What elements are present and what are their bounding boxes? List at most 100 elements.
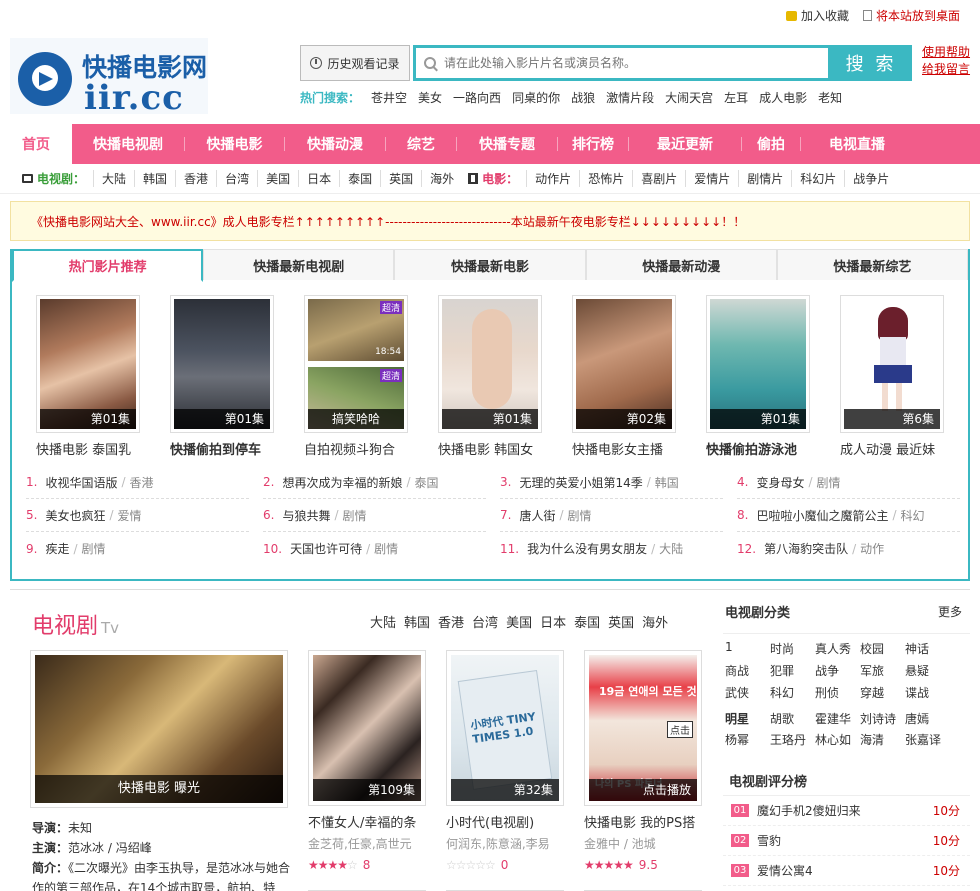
tv-item-title[interactable]: 不懂女人/幸福的条 xyxy=(308,812,426,831)
tv-filter-item[interactable]: 海外 xyxy=(642,612,668,631)
rank-category[interactable]: 爱情 xyxy=(118,507,142,524)
category-item[interactable]: 刑侦 xyxy=(815,684,860,702)
nav-film[interactable]: 快播电影 xyxy=(185,124,284,164)
tab-latest-variety[interactable]: 快播最新综艺 xyxy=(776,249,969,280)
list-item[interactable]: 4. 变身母女 / 剧情 xyxy=(737,466,960,499)
tv-item-image[interactable]: 小时代 TINY TIMES 1.0 第32集 xyxy=(446,650,564,806)
hot-search-item[interactable]: 大闹天宫 xyxy=(665,89,713,106)
tv-category-item[interactable]: 香港 xyxy=(175,170,216,187)
hot-search-item[interactable]: 左耳 xyxy=(724,89,748,106)
poster-item[interactable]: 第02集 快播电影女主播 xyxy=(572,295,676,458)
hot-search-item[interactable]: 老知 xyxy=(818,89,842,106)
tab-latest-anime[interactable]: 快播最新动漫 xyxy=(585,249,777,280)
category-item[interactable]: 战争 xyxy=(815,662,860,680)
category-item[interactable]: 神话 xyxy=(905,640,950,658)
list-item[interactable]: 8. 巴啦啦小魔仙之魔箭公主 / 科幻 xyxy=(737,499,960,532)
featured-poster[interactable]: 快播电影 曝光 xyxy=(30,650,288,808)
list-item[interactable]: 9. 疾走 / 剧情 xyxy=(26,532,249,565)
star-item[interactable]: 胡歌 xyxy=(770,710,815,727)
category-item[interactable]: 商战 xyxy=(725,662,770,680)
list-item[interactable]: 10. 天国也许可待 / 剧情 xyxy=(263,532,486,565)
tab-hot[interactable]: 热门影片推荐 xyxy=(12,249,204,282)
rank-category[interactable]: 香港 xyxy=(130,474,154,491)
category-item[interactable]: 1 xyxy=(725,640,770,658)
nav-anime[interactable]: 快播动漫 xyxy=(285,124,385,164)
rank-title[interactable]: 雪豹 xyxy=(757,832,933,849)
tv-category-item[interactable]: 大陆 xyxy=(93,170,134,187)
rank-category[interactable]: 剧情 xyxy=(817,474,841,491)
poster-title[interactable]: 成人动漫 最近妹 xyxy=(840,439,944,458)
rank-title[interactable]: 第八海豹突击队 xyxy=(764,540,848,557)
nav-live[interactable]: 电视直播 xyxy=(801,124,913,164)
rank-title[interactable]: 变身母女 xyxy=(756,474,804,491)
rank-category[interactable]: 大陆 xyxy=(659,540,683,557)
film-category-item[interactable]: 恐怖片 xyxy=(579,170,632,187)
tv-category-item[interactable]: 海外 xyxy=(421,170,462,187)
film-category-item[interactable]: 喜剧片 xyxy=(632,170,685,187)
tv-category-item[interactable]: 台湾 xyxy=(216,170,257,187)
category-item[interactable]: 武侠 xyxy=(725,684,770,702)
tv-filter-item[interactable]: 香港 xyxy=(438,612,464,631)
tv-item[interactable]: 小时代 TINY TIMES 1.0 第32集 小时代(电视剧) 何润东,陈意涵… xyxy=(446,650,564,872)
tab-latest-tv[interactable]: 快播最新电视剧 xyxy=(203,249,395,280)
list-item[interactable]: 01 魔幻手机2傻妞归来 10分 xyxy=(723,796,970,826)
set-desktop-label[interactable]: 将本站放到桌面 xyxy=(876,7,960,24)
category-item[interactable]: 时尚 xyxy=(770,640,815,658)
nav-candid[interactable]: 偷拍 xyxy=(742,124,800,164)
tv-item-title[interactable]: 快播电影 我的PS搭 xyxy=(584,812,702,831)
star-item[interactable]: 海清 xyxy=(860,731,905,748)
film-category-item[interactable]: 动作片 xyxy=(526,170,579,187)
star-item[interactable]: 霍建华 xyxy=(815,710,860,727)
star-item[interactable]: 刘诗诗 xyxy=(860,710,905,727)
tv-category-item[interactable]: 英国 xyxy=(380,170,421,187)
list-item[interactable]: 02 雪豹 10分 xyxy=(723,826,970,856)
poster-image[interactable]: 第01集 xyxy=(438,295,542,433)
nav-variety[interactable]: 综艺 xyxy=(386,124,456,164)
list-item[interactable]: 03 爱情公寓4 10分 xyxy=(723,856,970,886)
tv-item[interactable]: 19금 연애의 모든 것 点击 나의 PS 파트너 点击播放 快播电影 我的PS… xyxy=(584,650,702,872)
category-item[interactable]: 真人秀 xyxy=(815,640,860,658)
tv-filter-item[interactable]: 美国 xyxy=(506,612,532,631)
list-item[interactable]: 7. 唐人街 / 剧情 xyxy=(500,499,723,532)
tv-category-item[interactable]: 韩国 xyxy=(134,170,175,187)
poster-image[interactable]: 第01集 xyxy=(706,295,810,433)
hot-search-item[interactable]: 战狼 xyxy=(571,89,595,106)
more-link[interactable]: 更多 xyxy=(938,603,962,620)
poster-image[interactable]: 第02集 xyxy=(572,295,676,433)
hot-search-item[interactable]: 美女 xyxy=(418,89,442,106)
film-category-item[interactable]: 战争片 xyxy=(844,170,897,187)
poster-title[interactable]: 快播偷拍游泳池 xyxy=(706,439,810,458)
category-item[interactable]: 犯罪 xyxy=(770,662,815,680)
rank-title[interactable]: 美女也疯狂 xyxy=(45,507,105,524)
message-link[interactable]: 给我留言 xyxy=(922,61,970,78)
nav-home[interactable]: 首页 xyxy=(0,124,72,164)
rank-category[interactable]: 韩国 xyxy=(655,474,679,491)
list-item[interactable]: 5. 美女也疯狂 / 爱情 xyxy=(26,499,249,532)
help-link[interactable]: 使用帮助 xyxy=(922,44,970,61)
poster-image[interactable]: 第01集 xyxy=(170,295,274,433)
tv-filter-item[interactable]: 日本 xyxy=(540,612,566,631)
tv-filter-item[interactable]: 英国 xyxy=(608,612,634,631)
poster-item[interactable]: 第01集 快播电影 韩国女 xyxy=(438,295,542,458)
poster-item[interactable]: 第6集 成人动漫 最近妹 xyxy=(840,295,944,458)
rank-category[interactable]: 剧情 xyxy=(568,507,592,524)
add-favorite-label[interactable]: 加入收藏 xyxy=(801,7,849,24)
tv-category-item[interactable]: 泰国 xyxy=(339,170,380,187)
tv-item-image[interactable]: 19금 연애의 모든 것 点击 나의 PS 파트너 点击播放 xyxy=(584,650,702,806)
history-button[interactable]: 历史观看记录 xyxy=(300,45,410,81)
nav-topics[interactable]: 快播专题 xyxy=(457,124,557,164)
tv-filter-item[interactable]: 韩国 xyxy=(404,612,430,631)
poster-image[interactable]: 第01集 xyxy=(36,295,140,433)
rank-category[interactable]: 动作 xyxy=(860,540,884,557)
rank-title[interactable]: 收视华国语版 xyxy=(45,474,117,491)
poster-title[interactable]: 快播电影女主播 xyxy=(572,439,676,458)
hot-search-item[interactable]: 苍井空 xyxy=(371,89,407,106)
tv-item-title[interactable]: 小时代(电视剧) xyxy=(446,812,564,831)
hot-search-item[interactable]: 同桌的你 xyxy=(512,89,560,106)
rank-title[interactable]: 天国也许可待 xyxy=(290,540,362,557)
tv-filter-item[interactable]: 台湾 xyxy=(472,612,498,631)
search-input[interactable] xyxy=(444,56,804,70)
poster-title[interactable]: 快播电影 韩国女 xyxy=(438,439,542,458)
search-button[interactable]: 搜 索 xyxy=(830,45,912,81)
list-item[interactable]: 2. 想再次成为幸福的新娘 / 泰国 xyxy=(263,466,486,499)
